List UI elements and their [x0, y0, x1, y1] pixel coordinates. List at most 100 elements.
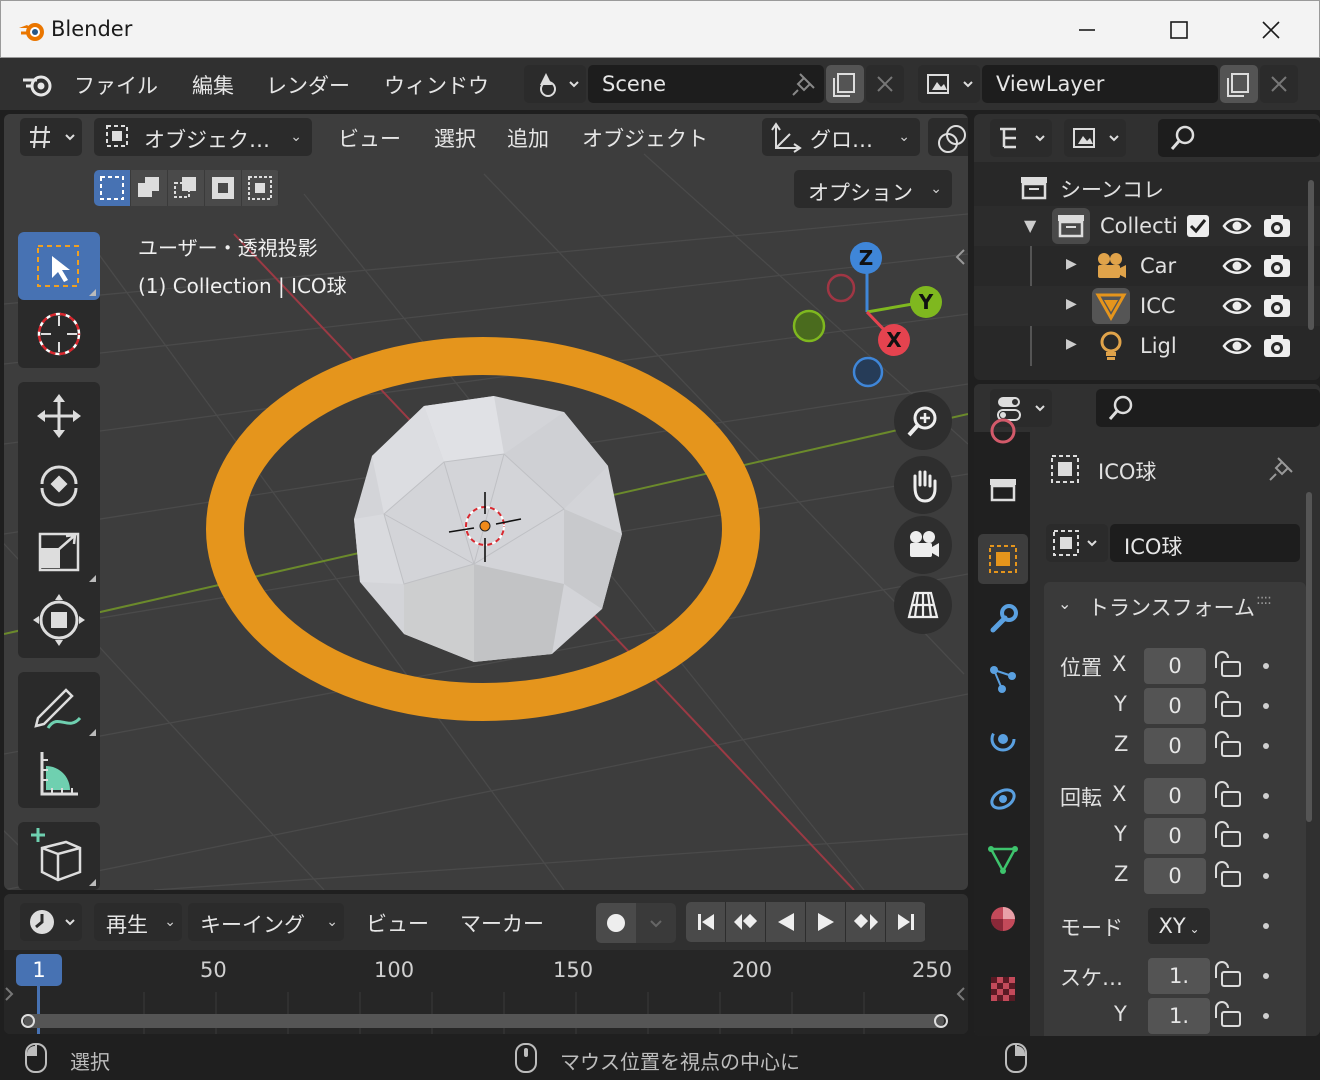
- pivot-point-button[interactable]: [928, 118, 968, 156]
- maximize-button[interactable]: [1133, 1, 1225, 59]
- view-layer-name-field[interactable]: ViewLayer: [982, 65, 1218, 103]
- tab-data[interactable]: [978, 834, 1028, 884]
- properties-scrollbar[interactable]: [1306, 492, 1312, 822]
- keyframe-dot[interactable]: [1263, 663, 1269, 669]
- zoom-button[interactable]: [894, 392, 952, 450]
- outliner-scene-collection[interactable]: シーンコレ…: [974, 166, 1320, 206]
- outliner-collection-row[interactable]: ▼ Collecti: [974, 206, 1320, 246]
- checkbox-checked-icon[interactable]: [1186, 214, 1210, 238]
- keyframe-dot[interactable]: [1263, 743, 1269, 749]
- eye-icon[interactable]: [1222, 254, 1252, 278]
- expand-down-icon[interactable]: ▼: [1024, 216, 1036, 235]
- keyframe-dot[interactable]: [1263, 703, 1269, 709]
- properties-search-input[interactable]: [1096, 389, 1320, 427]
- keyframe-dot[interactable]: [1263, 793, 1269, 799]
- tab-particles[interactable]: [978, 654, 1028, 704]
- rotation-mode-dropdown[interactable]: XY ⌄: [1148, 908, 1210, 944]
- select-new-button[interactable]: [94, 170, 131, 206]
- new-view-layer-button[interactable]: [1220, 65, 1258, 103]
- viewport-menu-add[interactable]: 追加: [507, 123, 549, 153]
- 3d-viewport[interactable]: Z Y X オブジェク… ⌄ ビュー 選択 追加 オブジェクト グロ… ⌄ オプ…: [4, 114, 968, 890]
- keyframe-dot[interactable]: [1263, 923, 1269, 929]
- select-extend-button[interactable]: [131, 170, 168, 206]
- blender-menu-icon[interactable]: [20, 69, 54, 99]
- keyframe-dot[interactable]: [1263, 833, 1269, 839]
- add-cube-tool[interactable]: [18, 822, 100, 890]
- rotation-z-field[interactable]: 0: [1144, 858, 1206, 894]
- close-window-button[interactable]: [1225, 1, 1317, 59]
- pin-icon[interactable]: [790, 70, 818, 98]
- tab-material[interactable]: [978, 894, 1028, 944]
- measure-tool[interactable]: [18, 740, 100, 808]
- select-box-tool[interactable]: [18, 232, 100, 300]
- menu-file[interactable]: ファイル: [74, 70, 158, 100]
- location-x-field[interactable]: 0: [1144, 648, 1206, 684]
- interaction-mode-dropdown[interactable]: オブジェク… ⌄: [94, 118, 312, 156]
- minimize-button[interactable]: [1041, 1, 1133, 59]
- auto-keying-button[interactable]: [596, 903, 636, 943]
- viewport-menu-object[interactable]: オブジェクト: [582, 123, 708, 153]
- outliner-editor-type-button[interactable]: [990, 119, 1052, 157]
- select-invert-button[interactable]: [205, 170, 242, 206]
- tab-scene[interactable]: [978, 406, 1028, 456]
- object-name-field[interactable]: ICO球: [1110, 524, 1300, 562]
- view-layer-browse-button[interactable]: [918, 65, 980, 103]
- menu-render[interactable]: レンダー: [266, 70, 350, 100]
- timeline-editor-type-button[interactable]: [20, 903, 82, 941]
- tab-physics[interactable]: [978, 714, 1028, 764]
- eye-icon[interactable]: [1222, 334, 1252, 358]
- menu-edit[interactable]: 編集: [192, 70, 234, 100]
- outliner-search-input[interactable]: [1158, 119, 1320, 157]
- perspective-toggle-button[interactable]: [894, 576, 952, 634]
- outliner-item-mesh[interactable]: ▶ ICC: [974, 286, 1320, 326]
- eye-icon[interactable]: [1222, 214, 1252, 238]
- transform-tool[interactable]: [18, 586, 100, 654]
- display-mode-button[interactable]: [1064, 119, 1126, 157]
- outliner-scrollbar[interactable]: [1308, 180, 1314, 330]
- camera-render-icon[interactable]: [1262, 293, 1292, 319]
- jump-end-button[interactable]: [886, 902, 926, 942]
- keyframe-dot[interactable]: [1263, 973, 1269, 979]
- transform-orientation-dropdown[interactable]: グロ… ⌄: [762, 118, 920, 156]
- delete-scene-button[interactable]: [866, 65, 904, 103]
- scene-browse-button[interactable]: [524, 65, 586, 103]
- location-y-field[interactable]: 0: [1144, 688, 1206, 724]
- eye-icon[interactable]: [1222, 294, 1252, 318]
- scene-name-field[interactable]: Scene: [588, 65, 824, 103]
- play-reverse-button[interactable]: [766, 902, 806, 942]
- rotation-y-field[interactable]: 0: [1144, 818, 1206, 854]
- cursor-tool[interactable]: [18, 300, 100, 368]
- timeline-menu-marker[interactable]: マーカー: [460, 908, 544, 938]
- options-dropdown[interactable]: オプション ⌄: [794, 170, 952, 208]
- auto-keying-options[interactable]: [636, 903, 676, 943]
- viewport-menu-view[interactable]: ビュー: [338, 123, 401, 153]
- delete-view-layer-button[interactable]: [1260, 65, 1298, 103]
- keying-dropdown[interactable]: キーイング ⌄: [188, 903, 344, 941]
- annotate-tool[interactable]: [18, 672, 100, 740]
- camera-render-icon[interactable]: [1262, 213, 1292, 239]
- prev-keyframe-button[interactable]: [726, 902, 766, 942]
- transform-panel-title[interactable]: トランスフォーム: [1088, 592, 1255, 622]
- rotation-x-field[interactable]: 0: [1144, 778, 1206, 814]
- sidebar-toggle[interactable]: [952, 246, 968, 268]
- next-keyframe-button[interactable]: [846, 902, 886, 942]
- expand-right-icon[interactable]: ▶: [1066, 336, 1077, 352]
- keyframe-dot[interactable]: [1263, 1013, 1269, 1019]
- scale-x-field[interactable]: 1.: [1148, 958, 1210, 994]
- tab-object[interactable]: [978, 534, 1028, 584]
- lock-icons[interactable]: [1212, 648, 1248, 1036]
- camera-render-icon[interactable]: [1262, 333, 1292, 359]
- tab-texture[interactable]: [978, 964, 1028, 1014]
- viewport-menu-select[interactable]: 選択: [434, 123, 476, 153]
- tab-modifiers[interactable]: [978, 594, 1028, 644]
- editor-type-button[interactable]: [20, 118, 82, 156]
- gizmo-y-axis[interactable]: Y: [910, 286, 942, 318]
- select-subtract-button[interactable]: [168, 170, 205, 206]
- expand-right-icon[interactable]: ▶: [1066, 256, 1077, 272]
- select-intersect-button[interactable]: [242, 170, 279, 206]
- gizmo-x-axis[interactable]: X: [878, 324, 910, 356]
- camera-render-icon[interactable]: [1262, 253, 1292, 279]
- jump-start-button[interactable]: [686, 902, 726, 942]
- timeline-ruler[interactable]: 1 50 100 150 200 250: [4, 950, 968, 1034]
- timeline-menu-view[interactable]: ビュー: [366, 908, 429, 938]
